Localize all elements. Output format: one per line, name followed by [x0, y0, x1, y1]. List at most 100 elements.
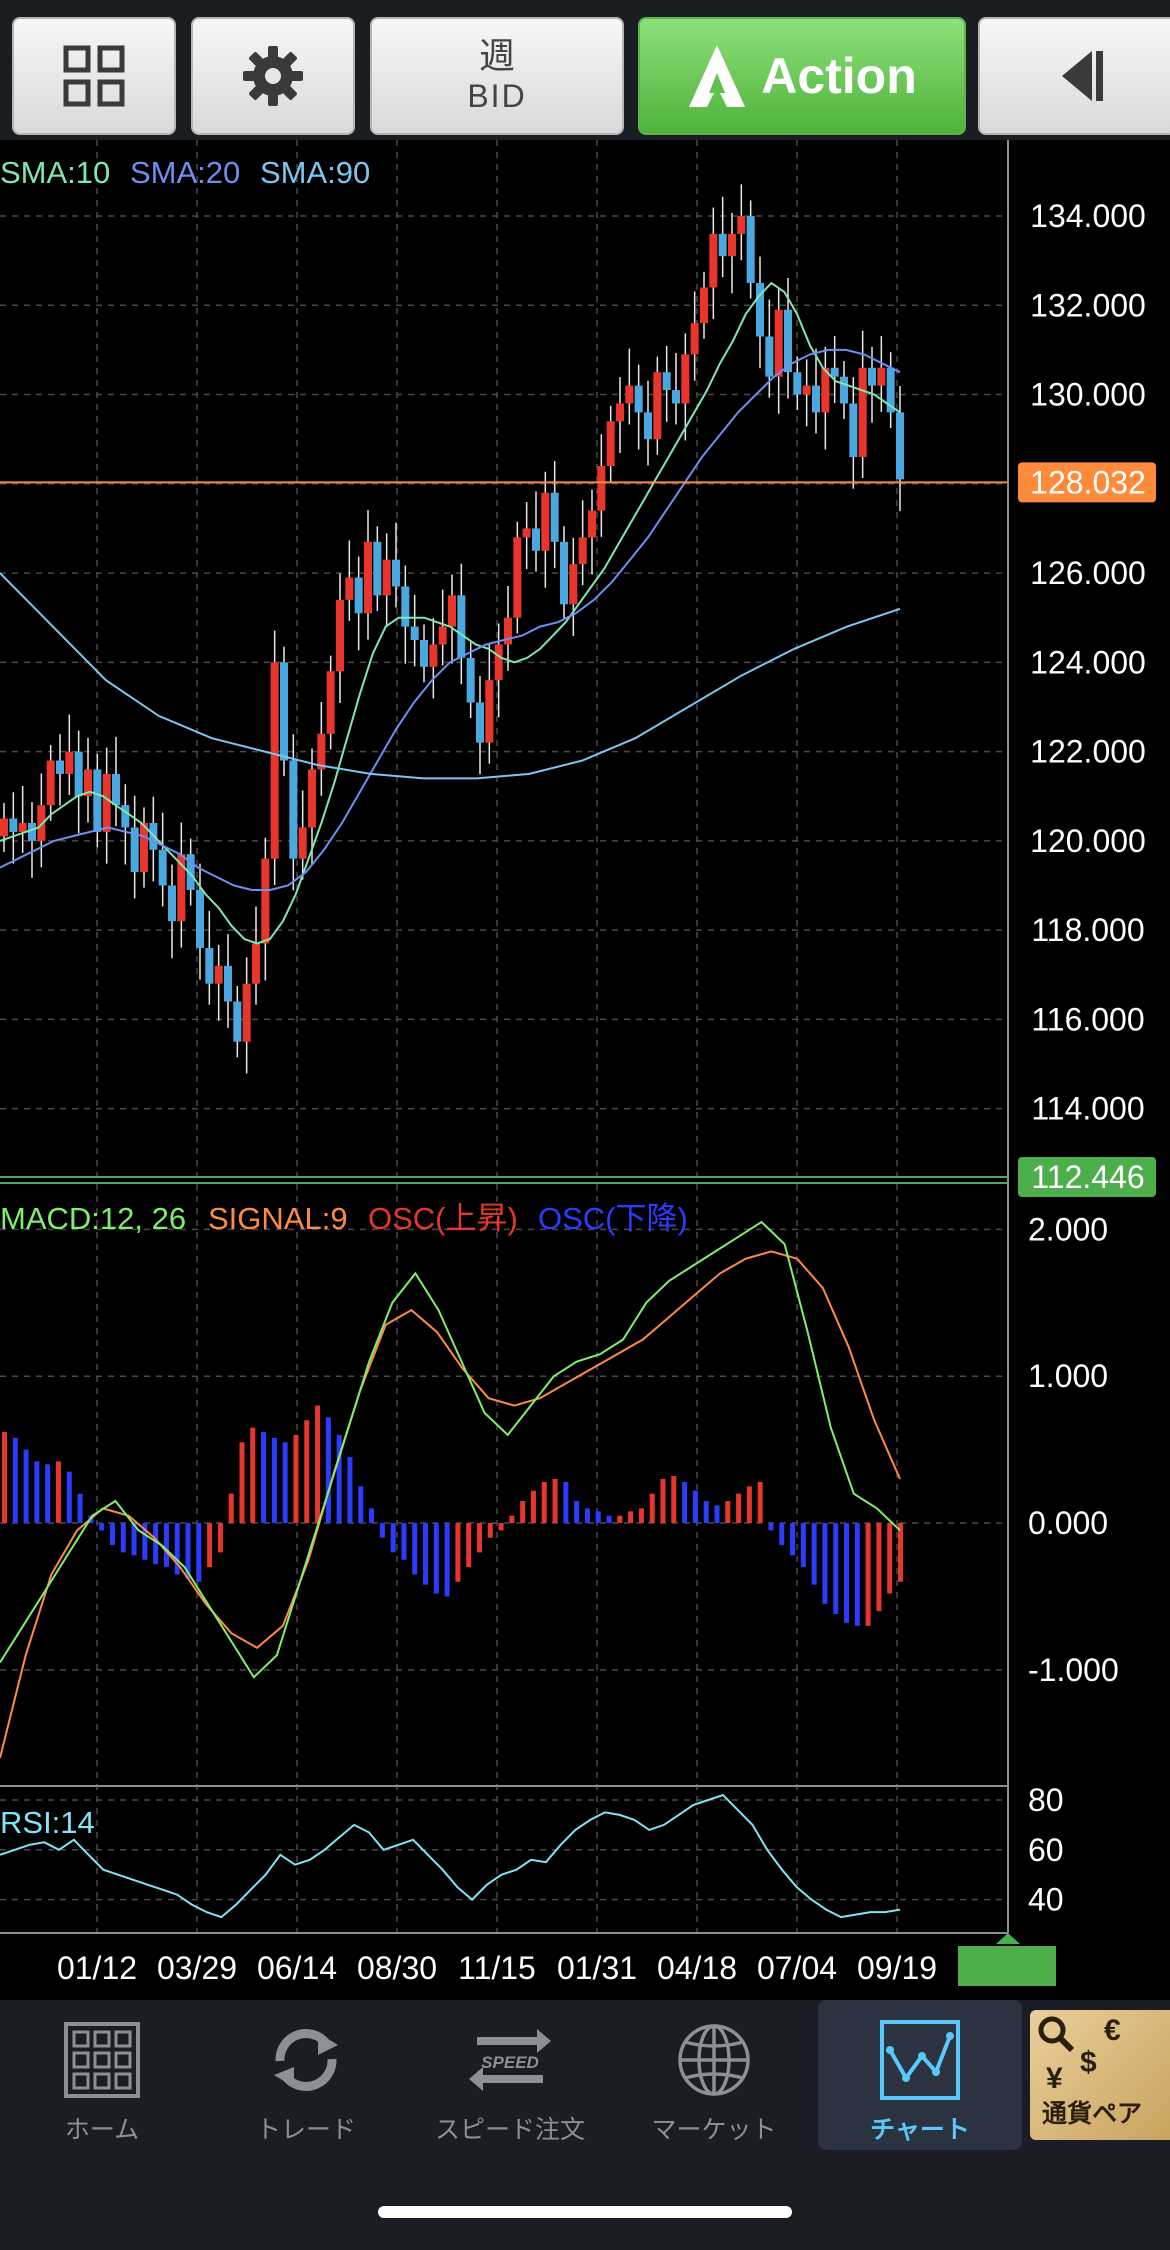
time-tick-label: 03/29	[157, 1950, 237, 1986]
trade-arrows-icon	[274, 2029, 338, 2091]
osc-bar	[520, 1501, 526, 1524]
osc-bar	[358, 1486, 364, 1524]
osc-bar	[12, 1437, 18, 1524]
candle-body	[158, 849, 167, 886]
candle-body	[205, 947, 214, 984]
osc-bar	[746, 1486, 752, 1524]
nav-market[interactable]: マーケット	[612, 2000, 816, 2150]
candle-body	[280, 662, 288, 761]
low-price-label: 112.446	[1031, 1159, 1144, 1195]
nav-speed-order[interactable]: SPEED スピード注文	[408, 2000, 612, 2150]
price-tick-label: 126.000	[1030, 555, 1146, 591]
candle-body	[681, 354, 690, 404]
legend-rsi: RSI:14	[0, 1805, 95, 1840]
current-price-label: 128.032	[1030, 464, 1146, 500]
candle-body	[196, 889, 204, 948]
nav-chart[interactable]: チャート	[818, 2000, 1022, 2150]
osc-bar	[768, 1523, 774, 1531]
osc-bar	[109, 1523, 115, 1546]
candle-body	[774, 309, 783, 377]
candle-body	[616, 403, 624, 422]
candle-body	[877, 367, 886, 386]
candle-body	[420, 640, 428, 667]
rsi-axis-labels: 80 60 40	[1028, 1782, 1064, 1918]
osc-bar	[876, 1523, 882, 1612]
osc-bar	[660, 1478, 666, 1524]
osc-bar	[315, 1405, 321, 1524]
osc-bar	[811, 1523, 817, 1585]
time-tick-label: 08/30	[357, 1950, 437, 1986]
candle-body	[522, 528, 531, 538]
osc-bar	[99, 1523, 105, 1531]
candle-body	[270, 662, 279, 859]
macd-tick-label: 0.000	[1028, 1505, 1108, 1541]
osc-bar	[509, 1515, 515, 1524]
osc-bar	[736, 1493, 742, 1524]
osc-bar	[844, 1523, 850, 1623]
osc-bar	[865, 1523, 871, 1626]
candlestick-pane	[0, 184, 1008, 1074]
candle-body	[718, 233, 727, 257]
osc-bar	[671, 1476, 677, 1524]
osc-bar	[854, 1523, 860, 1626]
osc-bar	[790, 1523, 796, 1556]
osc-bar	[822, 1523, 828, 1604]
osc-bar	[196, 1523, 202, 1582]
time-cursor-marker	[996, 1933, 1020, 1944]
candle-body	[690, 323, 699, 355]
currency-pair-button[interactable]: € ¥ $ 通貨ペア	[1030, 2010, 1170, 2140]
candle-body	[28, 823, 36, 841]
time-tick-label: 06/14	[257, 1950, 337, 1986]
osc-bar	[617, 1515, 623, 1524]
collapse-panel-button[interactable]	[978, 17, 1170, 135]
candle-body	[382, 559, 391, 596]
nav-trade[interactable]: トレード	[204, 2000, 408, 2150]
gear-icon	[243, 46, 303, 106]
menu-grid-button[interactable]	[12, 17, 176, 135]
yen-symbol: ¥	[1046, 2062, 1063, 2095]
candle-body	[606, 421, 615, 466]
candle-body	[56, 760, 64, 774]
price-axis-labels: 134.000 132.000 130.000 126.000 124.000 122.0…	[1030, 198, 1146, 1127]
settings-button[interactable]	[191, 17, 355, 135]
osc-bar	[390, 1523, 396, 1553]
price-chart[interactable]: SMA:10 SMA:20 SMA:90 134.000 132.000 130.0…	[0, 140, 1170, 2010]
candle-body	[485, 680, 494, 743]
osc-bar	[2, 1432, 7, 1524]
osc-bar	[779, 1523, 785, 1546]
current-price-badge: 128.032	[1018, 462, 1156, 503]
osc-bar	[714, 1505, 720, 1524]
osc-bar	[530, 1490, 536, 1524]
osc-bar	[207, 1523, 213, 1568]
grid-icon	[63, 45, 125, 107]
nav-speed-label: スピード注文	[434, 2116, 585, 2144]
osc-bar	[574, 1501, 580, 1524]
timeframe-bid-button[interactable]: 週 BID	[370, 17, 624, 135]
currency-pair-icon: € ¥ $	[1038, 2014, 1121, 2095]
candle-body	[224, 965, 232, 1002]
candle-body	[214, 965, 223, 984]
price-tick-label: 130.000	[1030, 377, 1146, 413]
candle-body	[317, 733, 326, 770]
time-axis-labels: 01/12 03/29 06/14 08/30 11/15 01/31 04/18 07/04…	[57, 1950, 937, 1986]
nav-home[interactable]: ホーム	[0, 2000, 204, 2150]
osc-bar	[682, 1481, 688, 1524]
candle-body	[812, 385, 820, 413]
euro-symbol: €	[1104, 2014, 1121, 2047]
osc-bar	[444, 1523, 450, 1597]
candle-body	[9, 818, 18, 832]
price-tick-label: 134.000	[1030, 198, 1146, 234]
osc-bar	[595, 1511, 601, 1524]
legend-osc-up: OSC(上昇)	[368, 1201, 518, 1236]
osc-bar	[55, 1461, 61, 1524]
osc-bar	[552, 1478, 558, 1524]
rsi-line	[0, 1793, 901, 1919]
osc-bar	[412, 1523, 418, 1575]
osc-bar	[606, 1515, 612, 1524]
candle-body	[233, 1001, 242, 1042]
action-button[interactable]: Action	[638, 17, 966, 135]
osc-bar	[239, 1442, 245, 1524]
osc-bar	[466, 1523, 472, 1568]
candle-body	[140, 823, 148, 873]
nav-trade-label: トレード	[255, 2116, 356, 2144]
